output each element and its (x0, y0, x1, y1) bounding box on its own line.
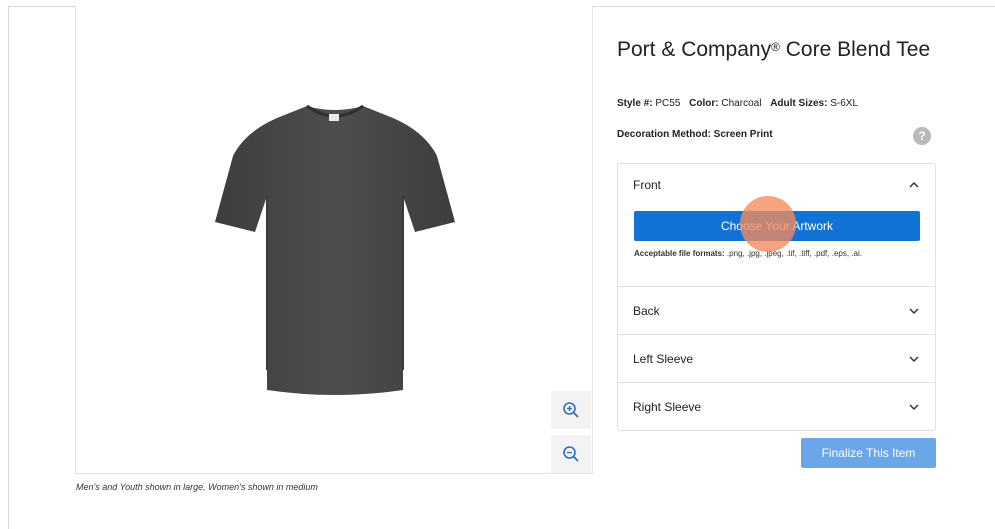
zoom-in-icon (563, 402, 579, 418)
accordion-right-sleeve-label: Right Sleeve (633, 399, 702, 414)
chevron-down-icon (909, 307, 919, 314)
product-title: Port & Company® Core Blend Tee (617, 36, 947, 63)
style-value: PC55 (655, 98, 681, 109)
zoom-out-button[interactable] (551, 435, 591, 473)
style-label: Style #: (617, 98, 653, 109)
color-label: Color: (689, 98, 719, 109)
zoom-in-button[interactable] (551, 391, 591, 429)
accordion-back[interactable]: Back (618, 286, 935, 334)
finalize-item-button[interactable]: Finalize This Item (801, 438, 936, 468)
preview-caption: Men's and Youth shown in large, Women's … (76, 482, 318, 492)
help-icon[interactable]: ? (913, 127, 931, 145)
accordion-front-header[interactable]: Front (618, 164, 935, 205)
zoom-out-icon (563, 446, 579, 462)
formats-value: .png, .jpg, .jpeg, .tif, .tiff, .pdf, .e… (724, 249, 862, 258)
tshirt-image (215, 104, 455, 395)
file-formats-note: Acceptable file formats: .png, .jpg, .jp… (634, 249, 919, 258)
accordion-back-label: Back (633, 303, 660, 318)
title-rest: Core Blend Tee (779, 38, 931, 61)
accordion-front-panel: Choose Your Artwork Acceptable file form… (618, 205, 935, 286)
accordion-right-sleeve[interactable]: Right Sleeve (618, 382, 935, 430)
chevron-down-icon (909, 355, 919, 362)
title-main: Port & Company (617, 38, 772, 61)
decoration-accordion: Front Choose Your Artwork Acceptable fil… (617, 163, 936, 431)
accordion-left-sleeve[interactable]: Left Sleeve (618, 334, 935, 382)
decoration-method: Decoration Method: Screen Print (617, 129, 773, 140)
frame-left-border (8, 6, 9, 529)
formats-label: Acceptable file formats: (634, 249, 725, 258)
sizes-label: Adult Sizes: (770, 98, 828, 109)
color-value: Charcoal (721, 98, 762, 109)
accordion-left-sleeve-label: Left Sleeve (633, 351, 694, 366)
sizes-value: S-6XL (830, 98, 859, 109)
chevron-up-icon (909, 181, 919, 188)
product-specs: Style #: PC55 Color: Charcoal Adult Size… (617, 98, 858, 109)
registered-mark: ® (771, 40, 780, 54)
choose-artwork-button[interactable]: Choose Your Artwork (634, 211, 920, 241)
chevron-down-icon (909, 403, 919, 410)
accordion-front-label: Front (633, 177, 662, 192)
